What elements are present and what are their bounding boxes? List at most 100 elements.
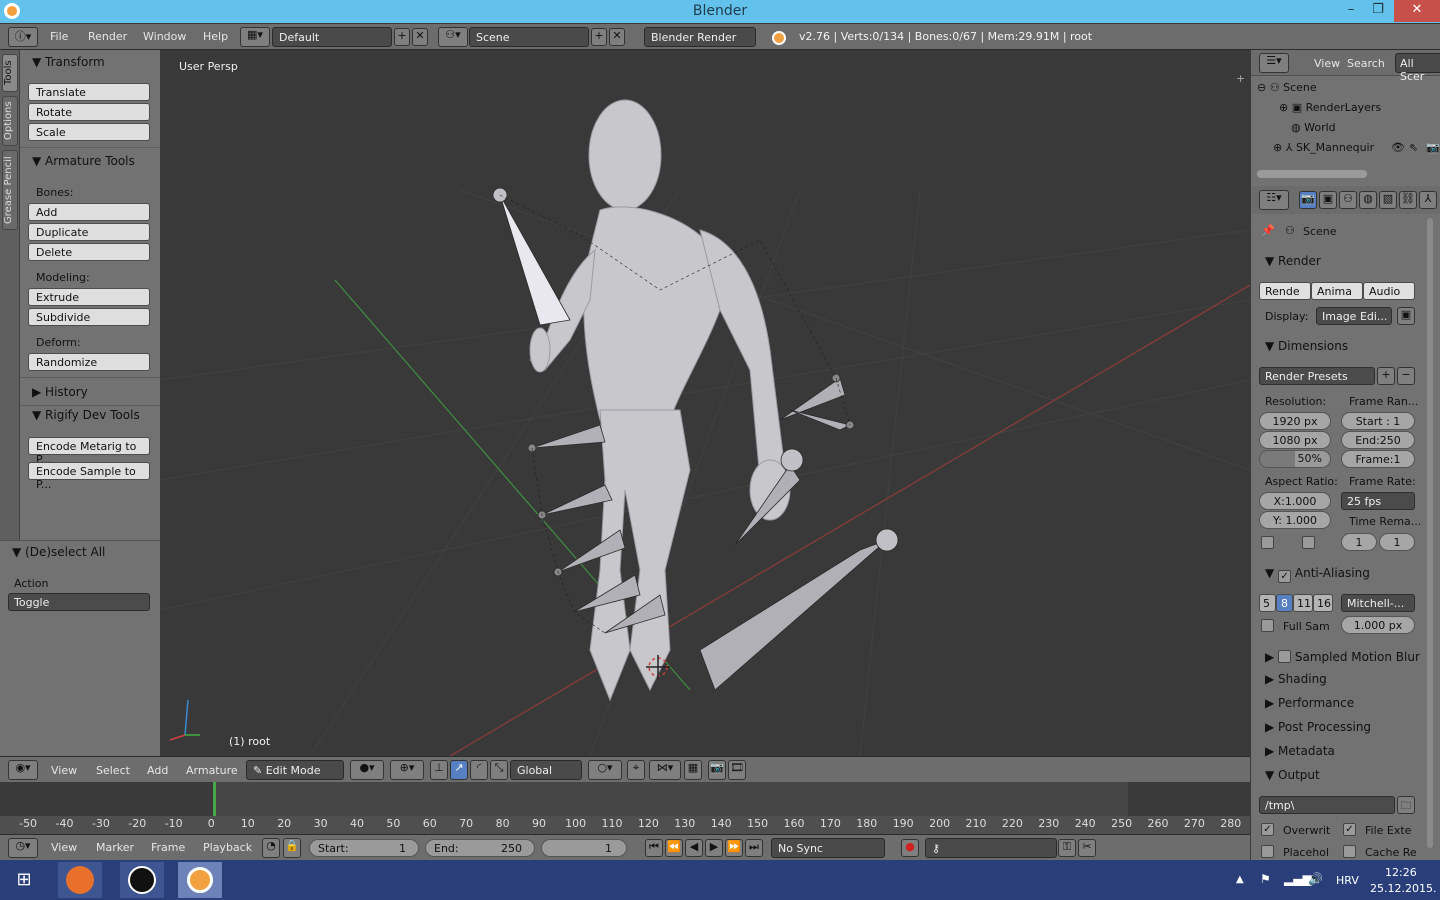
add-scene-icon[interactable]: +	[591, 28, 607, 46]
jump-start-icon[interactable]: ⏮	[645, 839, 663, 857]
rotate-manipulator-icon[interactable]: ◜	[470, 760, 488, 780]
constraints-context-icon[interactable]: ⛓	[1399, 191, 1417, 209]
current-frame-marker[interactable]	[213, 782, 216, 816]
crop-checkbox[interactable]	[1302, 536, 1315, 549]
transform-panel-header[interactable]: ▼ Transform	[32, 55, 105, 69]
rigify-panel-header[interactable]: ▼ Rigify Dev Tools	[32, 408, 140, 422]
maximize-button[interactable]: ❐	[1362, 0, 1394, 22]
render-animation-icon[interactable]: 🎞	[728, 760, 746, 780]
outliner-item-scene[interactable]: ⊖ ⚇ Scene	[1257, 81, 1317, 94]
world-context-icon[interactable]: ◍	[1359, 191, 1377, 209]
timeline-area[interactable]: -50 -40 -30 -20 -10 0 10 20 30 40 50 60 70 80 90 100 110…	[0, 782, 1250, 834]
end-frame-field[interactable]: End: 250	[425, 839, 535, 857]
aa-filter-select[interactable]: Mitchell-...	[1341, 594, 1415, 612]
start-frame-field[interactable]: Start: 1	[309, 839, 419, 857]
windows-start-icon[interactable]: ⊞	[2, 862, 46, 898]
aa-checkbox[interactable]: ✓	[1278, 570, 1292, 583]
preview-range-icon[interactable]: ◔	[262, 838, 280, 858]
placeholders-checkbox[interactable]	[1261, 845, 1274, 858]
current-frame-field[interactable]: 1	[541, 839, 627, 857]
add-preset-icon[interactable]: +	[1377, 367, 1395, 385]
timeline-menu-view[interactable]: View	[51, 841, 77, 854]
screen-layout-icon[interactable]: ▦▾	[240, 27, 270, 47]
pivot-point-icon[interactable]: ⊕▾	[390, 760, 424, 780]
full-sample-checkbox[interactable]	[1261, 619, 1274, 632]
resolution-x-field[interactable]: 1920 px	[1259, 412, 1331, 430]
info-editor-icon[interactable]: ⓘ▾	[8, 27, 38, 47]
post-processing-panel-header[interactable]: ▶ Post Processing	[1265, 720, 1371, 734]
scene-context-icon[interactable]: ⚇	[1339, 191, 1357, 209]
file-browse-icon[interactable]: 🗀	[1397, 796, 1415, 814]
display-select[interactable]: Image Edi...	[1316, 307, 1392, 325]
insert-keyframe-icon[interactable]: ⚿	[1058, 839, 1076, 857]
viewport-shading-icon[interactable]: ●▾	[350, 760, 384, 780]
display-toggle-icon[interactable]: ▣	[1397, 307, 1415, 325]
timeline-menu-playback[interactable]: Playback	[203, 841, 252, 854]
keying-set-field[interactable]: ⚷	[925, 838, 1057, 858]
add-screen-icon[interactable]: +	[394, 28, 410, 46]
menu-armature[interactable]: Armature	[186, 764, 238, 777]
play-reverse-icon[interactable]: ◀	[685, 839, 703, 857]
translate-button[interactable]: Translate	[28, 83, 150, 101]
tray-network-icon[interactable]: ⚑	[1260, 872, 1271, 886]
close-button[interactable]: ✕	[1394, 0, 1440, 22]
timeline-menu-marker[interactable]: Marker	[96, 841, 134, 854]
play-icon[interactable]: ▶	[705, 839, 723, 857]
operator-panel-header[interactable]: ▼ (De)select All	[12, 545, 105, 559]
menu-help[interactable]: Help	[203, 30, 228, 43]
render-audio-button[interactable]: Audio	[1363, 282, 1415, 300]
outliner-item-renderlayers[interactable]: ⊕ ▣ RenderLayers	[1279, 101, 1381, 114]
unreal-engine-icon[interactable]	[120, 862, 164, 898]
remap-new-field[interactable]: 1	[1379, 533, 1415, 551]
snap-element-icon[interactable]: ⋈▾	[649, 760, 681, 780]
delete-bone-button[interactable]: Delete	[28, 243, 150, 261]
render-presets-select[interactable]: Render Presets	[1259, 367, 1375, 385]
outliner-editor-icon[interactable]: ☰▾	[1259, 53, 1289, 73]
metadata-panel-header[interactable]: ▶ Metadata	[1265, 744, 1335, 758]
orientation-select[interactable]: Global	[510, 760, 582, 780]
render-panel-header[interactable]: ▼ Render	[1265, 254, 1321, 268]
object-context-icon[interactable]: ▧	[1379, 191, 1397, 209]
pin-icon[interactable]: 📌	[1261, 224, 1275, 237]
output-panel-header[interactable]: ▼ Output	[1265, 768, 1320, 782]
clock-time[interactable]: 12:26	[1385, 866, 1417, 879]
outliner-menu-view[interactable]: View	[1314, 57, 1340, 70]
motion-blur-panel-header[interactable]: ▶ Sampled Motion Blur	[1265, 648, 1420, 664]
render-still-button[interactable]: Rende	[1259, 282, 1311, 300]
timeline-menu-frame[interactable]: Frame	[151, 841, 185, 854]
frame-start-field[interactable]: Start : 1	[1341, 412, 1415, 430]
delete-keyframe-icon[interactable]: ✂	[1078, 839, 1096, 857]
tab-grease-pencil[interactable]: Grease Pencil	[2, 150, 18, 230]
render-preview-icon[interactable]: 📷	[708, 760, 726, 780]
aa-size-field[interactable]: 1.000 px	[1341, 616, 1415, 634]
renderability-camera-icon[interactable]: 📷	[1426, 141, 1440, 154]
menu-render[interactable]: Render	[88, 30, 127, 43]
manipulator-toggle-icon[interactable]: ⊥	[430, 760, 448, 780]
keyboard-language[interactable]: HRV	[1336, 874, 1359, 887]
menu-view[interactable]: View	[51, 764, 77, 777]
tab-tools[interactable]: Tools	[2, 54, 18, 92]
snap-toggle-icon[interactable]: ⌖	[627, 760, 645, 780]
resolution-y-field[interactable]: 1080 px	[1259, 431, 1331, 449]
properties-toggle-icon[interactable]: +	[1236, 72, 1245, 85]
jump-keyframe-forward-icon[interactable]: ⏩	[725, 839, 743, 857]
extrude-button[interactable]: Extrude	[28, 288, 150, 306]
selectability-cursor-icon[interactable]: ⇖	[1409, 141, 1418, 154]
tray-arrow-icon[interactable]: ▲	[1236, 874, 1244, 885]
outliner-menu-search[interactable]: Search	[1347, 57, 1385, 70]
translate-manipulator-icon[interactable]: ↗	[450, 760, 468, 780]
border-checkbox[interactable]	[1261, 536, 1274, 549]
remove-preset-icon[interactable]: −	[1397, 367, 1415, 385]
armature-data-context-icon[interactable]: ⅄	[1419, 191, 1437, 209]
aspect-y-field[interactable]: Y: 1.000	[1259, 511, 1331, 529]
scale-button[interactable]: Scale	[28, 123, 150, 141]
aa-samples-11[interactable]: 11	[1293, 594, 1313, 612]
editor-type-icon[interactable]: ◉▾	[8, 760, 38, 780]
aa-panel-header[interactable]: ▼ ✓ Anti-Aliasing	[1265, 566, 1370, 583]
cache-result-checkbox[interactable]	[1343, 845, 1356, 858]
3d-viewport[interactable]: User Persp (1) root +	[160, 50, 1250, 756]
shading-panel-header[interactable]: ▶ Shading	[1265, 672, 1327, 686]
screen-layout-field[interactable]: Default	[272, 27, 392, 47]
history-panel-header[interactable]: ▶ History	[32, 385, 88, 399]
tab-options[interactable]: Options	[2, 96, 18, 146]
